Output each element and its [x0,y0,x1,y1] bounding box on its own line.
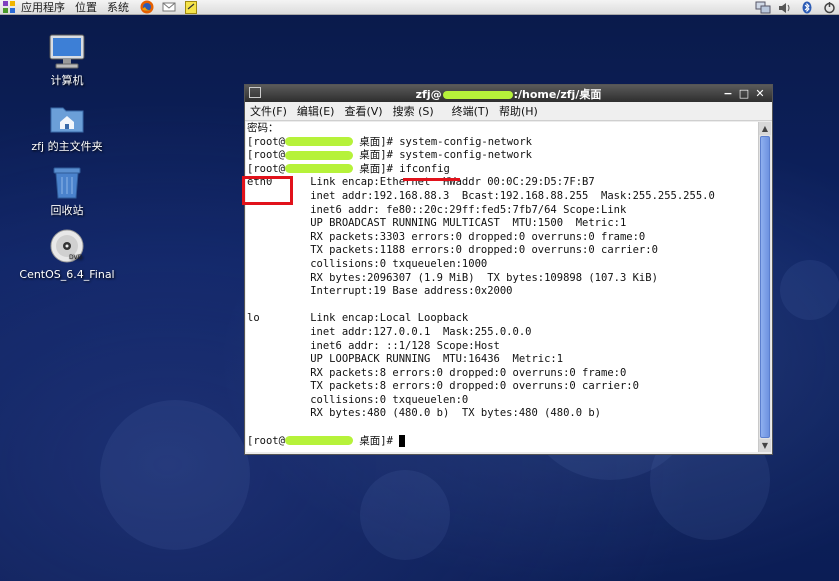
menu-places[interactable]: 位置 [70,0,102,15]
terminal-line: collisions:0 txqueuelen:0 [247,393,469,406]
mail-icon[interactable] [160,0,178,15]
prompt-open: [root@ [247,135,285,148]
prompt-close: 桌面]# [352,434,400,447]
terminal-line: RX packets:8 errors:0 dropped:0 overruns… [247,366,627,379]
close-icon[interactable]: ✕ [752,87,768,100]
eth0-highlight-box [242,176,293,205]
redaction-mark [284,436,353,446]
menu-search[interactable]: 搜索 (S) [388,103,439,119]
scroll-thumb[interactable] [760,136,770,438]
command-text: ifconfig [399,162,450,175]
terminal-app-icon [249,87,261,98]
dvd-icon: DVD [47,226,87,266]
command-text: system-config-network [399,135,532,148]
wallpaper-bokeh [780,260,839,320]
bluetooth-icon[interactable] [797,0,817,15]
terminal-line: eth0 Link encap:Ethernet HWaddr 00:0C:29… [247,176,595,189]
terminal-line: UP LOOPBACK RUNNING MTU:16436 Metric:1 [247,353,564,366]
terminal-line: RX packets:3303 errors:0 dropped:0 overr… [247,230,646,243]
window-title: zfj@ :/home/zfj/桌面 [416,86,602,102]
prompt-close: 桌面]# [352,162,400,175]
terminal-menubar: 文件(F) 编辑(E) 查看(V) 搜索 (S) 终端(T) 帮助(H) [245,102,772,121]
prompt-open: [root@ [247,149,285,162]
window-controls: − □ ✕ [720,85,768,102]
applications-logo-icon[interactable] [2,0,16,15]
desktop-icon-computer[interactable]: 计算机 [17,32,117,88]
redaction-mark [284,164,353,174]
terminal-line: inet addr:127.0.0.1 Mask:255.0.0.0 [247,325,532,338]
terminal-window[interactable]: zfj@ :/home/zfj/桌面 − □ ✕ 文件(F) 编辑(E) 查看(V… [244,84,773,455]
redaction-mark [442,90,513,99]
prompt-close: 桌面]# [352,135,400,148]
terminal-line: [root@ 桌面]# system-config-network [246,149,758,163]
ifconfig-underline [403,178,460,181]
volume-icon[interactable] [775,0,795,15]
terminal-line: 密码： [247,122,279,134]
terminal-line: UP BROADCAST RUNNING MULTICAST MTU:1500 … [247,217,627,230]
menu-help[interactable]: 帮助(H) [494,103,543,119]
home-folder-icon [47,98,87,138]
text-cursor [399,434,406,447]
terminal-titlebar[interactable]: zfj@ :/home/zfj/桌面 − □ ✕ [245,85,772,102]
menu-terminal[interactable]: 终端(T) [447,103,494,119]
terminal-line: collisions:0 txqueuelen:1000 [247,257,488,270]
firefox-icon[interactable] [138,0,156,15]
top-panel: 应用程序 位置 系统 [0,0,839,15]
computer-icon [47,32,87,72]
menu-system[interactable]: 系统 [102,0,134,15]
terminal-line: [root@ 桌面]# system-config-network [246,136,758,150]
power-icon[interactable] [819,0,839,15]
terminal-line: TX packets:1188 errors:0 dropped:0 overr… [247,244,658,257]
desktop-icon-home-folder[interactable]: zfj 的主文件夹 [17,98,117,154]
menu-view[interactable]: 查看(V) [339,103,387,119]
minimize-icon[interactable]: − [720,87,736,100]
terminal-line: TX packets:8 errors:0 dropped:0 overruns… [247,380,639,393]
terminal-line: RX bytes:2096307 (1.9 MiB) TX bytes:1098… [247,271,658,284]
desktop-icon-trash[interactable]: 回收站 [17,162,117,218]
notes-icon[interactable] [182,0,200,15]
terminal-line: [root@ 桌面]# ifconfig [246,163,758,177]
prompt-open: [root@ [247,434,285,447]
scroll-down-icon[interactable]: ▼ [759,439,771,452]
terminal-line: RX bytes:480 (480.0 b) TX bytes:480 (480… [247,407,602,420]
window-title-suffix: :/home/zfj/桌面 [513,87,602,101]
wallpaper-bokeh [100,400,250,550]
terminal-line: [root@ 桌面]# [246,434,758,449]
terminal-line: lo Link encap:Local Loopback [247,312,469,325]
redaction-mark [284,137,353,147]
desktop-icon-label: zfj 的主文件夹 [31,140,103,153]
terminal-line: Interrupt:19 Base address:0x2000 [247,285,513,298]
window-title-prefix: zfj@ [415,87,442,101]
menu-applications[interactable]: 应用程序 [16,0,70,15]
system-tray [751,0,839,15]
menu-file[interactable]: 文件(F) [245,103,292,119]
trash-icon [47,162,87,202]
network-icon[interactable] [753,0,773,15]
maximize-icon[interactable]: □ [736,87,752,100]
redaction-mark [284,150,353,160]
svg-text:DVD: DVD [69,254,83,261]
terminal-scrollbar[interactable]: ▲ ▼ [758,122,771,452]
wallpaper-bokeh [360,470,450,560]
desktop-icon-dvd[interactable]: DVD CentOS_6.4_Final [17,226,117,282]
desktop-icon-label: CentOS_6.4_Final [19,268,115,281]
desktop-icon-label: 计算机 [50,74,84,87]
menu-edit[interactable]: 编辑(E) [292,103,340,119]
desktop-icon-label: 回收站 [50,204,84,217]
prompt-open: [root@ [247,162,285,175]
terminal-line: inet6 addr: fe80::20c:29ff:fed5:7fb7/64 … [247,203,627,216]
terminal-output[interactable]: 密码： [root@ 桌面]# system-config-network [r… [246,122,758,452]
scroll-up-icon[interactable]: ▲ [759,122,771,135]
terminal-line: inet addr:192.168.88.3 Bcast:192.168.88.… [247,189,715,202]
prompt-close: 桌面]# [352,149,400,162]
terminal-line: inet6 addr: ::1/128 Scope:Host [247,339,500,352]
command-text: system-config-network [399,149,532,162]
